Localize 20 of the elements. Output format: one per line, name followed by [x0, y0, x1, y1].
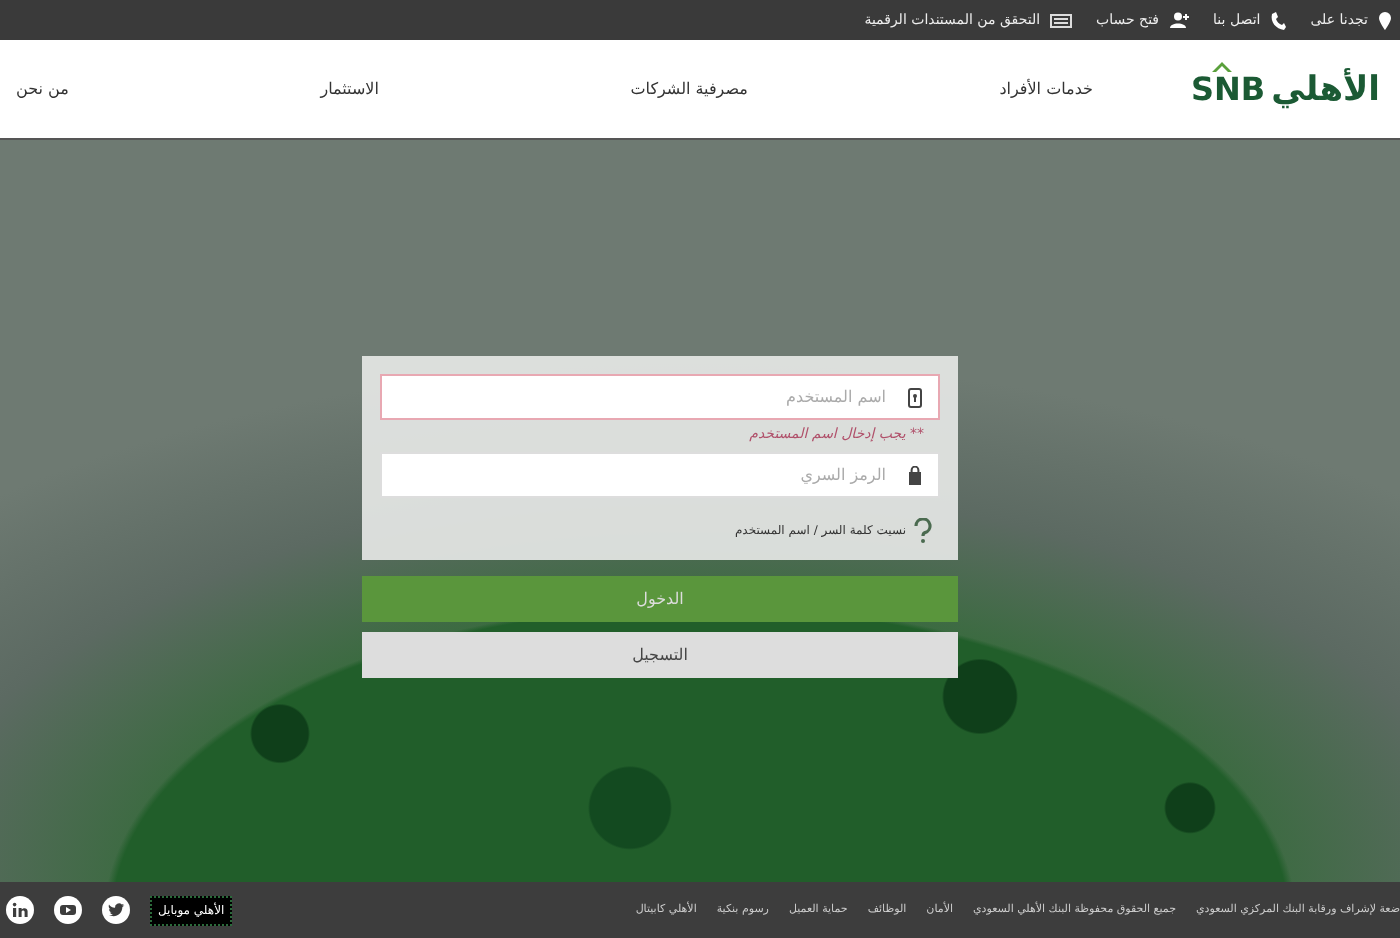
document-icon — [1050, 13, 1073, 27]
location-pin-icon — [1378, 11, 1392, 29]
nav-link[interactable]: مصرفية الشركات — [630, 80, 748, 98]
linkedin-icon[interactable] — [6, 896, 34, 924]
twitter-icon[interactable] — [102, 896, 130, 924]
logo-text: الأهلي — [1271, 69, 1380, 109]
question-mark-icon — [914, 518, 932, 544]
password-field[interactable]: الرمز السري — [380, 452, 940, 498]
user-add-icon — [1169, 12, 1190, 28]
roof-chevron-icon — [1212, 62, 1233, 72]
nav-link[interactable]: الاستثمار — [320, 80, 379, 98]
keyhole-icon — [908, 388, 922, 408]
youtube-icon[interactable] — [54, 896, 82, 924]
username-field[interactable]: اسم المستخدم — [380, 374, 940, 420]
nav-link[interactable]: من نحن — [16, 80, 69, 98]
logo-mark: SNB — [1190, 70, 1266, 108]
lock-icon — [908, 466, 922, 486]
phone-icon — [1270, 11, 1287, 29]
nav-link[interactable]: خدمات الأفراد — [999, 80, 1093, 98]
register-button[interactable]: التسجيل — [362, 632, 958, 678]
